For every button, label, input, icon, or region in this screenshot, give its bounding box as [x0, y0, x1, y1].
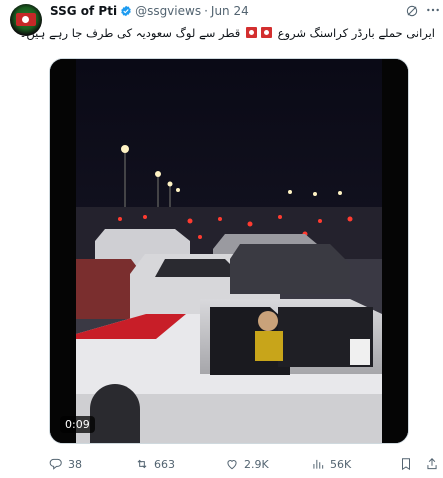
share-button[interactable]: [425, 455, 443, 473]
video-player[interactable]: 0:09: [49, 58, 409, 444]
verified-icon: [120, 5, 132, 17]
action-bar: 38 663 2.9K 56K: [49, 455, 439, 473]
like-button[interactable]: 2.9K: [225, 455, 269, 473]
video-duration: 0:09: [60, 416, 95, 433]
display-name[interactable]: SSG of Pti: [50, 4, 117, 18]
repost-button[interactable]: 663: [135, 455, 175, 473]
flag-emoji-icon: [260, 27, 272, 38]
repost-count: 663: [154, 457, 175, 471]
video-frame: [50, 59, 408, 443]
repost-icon: [137, 459, 147, 469]
post-text: ایرانی حملے بارڈر کراسنگ شروع قطر سے لوگ…: [20, 24, 435, 42]
more-icon[interactable]: [425, 2, 441, 18]
bookmark-button[interactable]: [399, 455, 418, 473]
like-count: 2.9K: [244, 457, 269, 471]
post-text-part1: ایرانی حملے بارڈر کراسنگ شروع: [277, 26, 435, 40]
reply-button[interactable]: 38: [49, 455, 82, 473]
flag-emoji-icon: [245, 27, 257, 38]
share-icon: [427, 458, 437, 470]
like-icon: [227, 460, 237, 470]
post-text-part2: قطر سے لوگ سعودیہ کی طرف جا رہے ہیں۔: [19, 26, 241, 40]
post-header: SSG of Pti @ssgviews · Jun 24: [50, 3, 249, 19]
views-button[interactable]: 56K: [311, 455, 351, 473]
reply-icon: [49, 458, 62, 470]
post-date[interactable]: Jun 24: [211, 4, 249, 18]
separator: ·: [204, 4, 208, 18]
grok-icon[interactable]: [405, 3, 419, 17]
views-count: 56K: [330, 457, 352, 471]
handle[interactable]: @ssgviews: [135, 4, 201, 18]
views-icon: [313, 459, 324, 469]
bookmark-icon: [402, 458, 410, 471]
reply-count: 38: [68, 457, 82, 471]
